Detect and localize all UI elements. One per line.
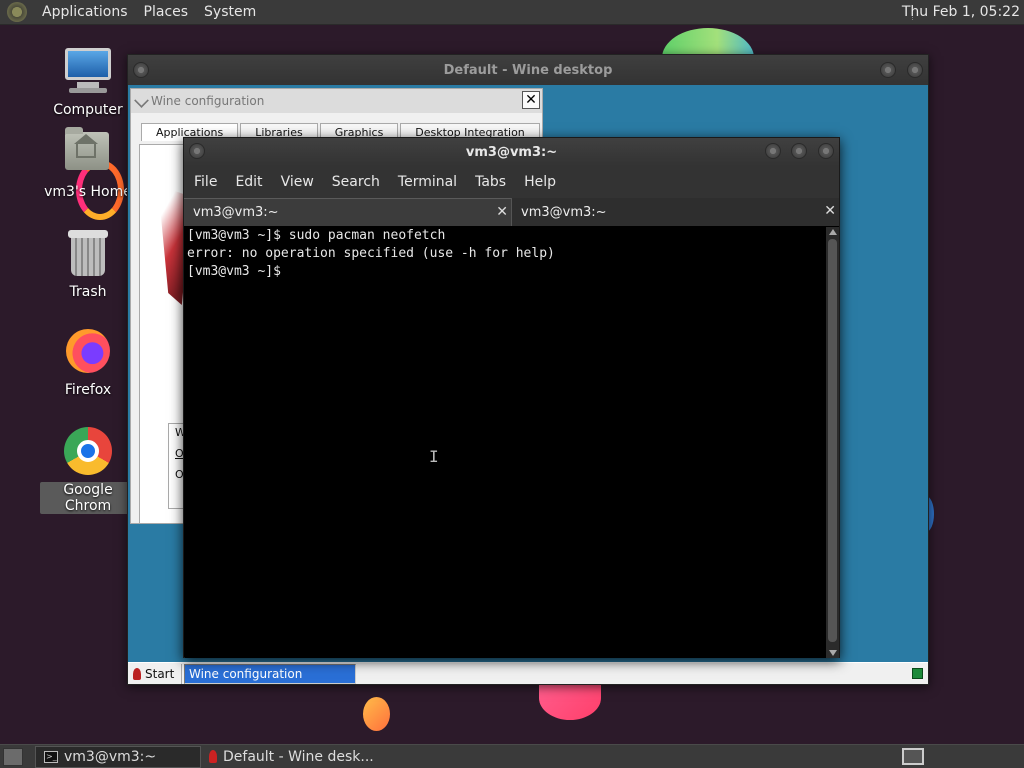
wine-taskbar: Start Wine configuration [128, 662, 928, 684]
bottom-panel: >_ vm3@vm3:~ Default - Wine desk... [0, 744, 1024, 768]
terminal-tab[interactable]: vm3@vm3:~ ✕ [511, 198, 839, 226]
desktop-icon-home[interactable]: vm3's Home [40, 127, 136, 200]
taskbar-item-terminal[interactable]: >_ vm3@vm3:~ [35, 745, 201, 768]
menu-system[interactable]: System [196, 4, 264, 20]
computer-icon [63, 46, 113, 96]
taskbar-item-label: vm3@vm3:~ [64, 748, 157, 765]
wallpaper-shape-orange [363, 697, 390, 731]
wine-config-icon [134, 93, 149, 108]
terminal-tab-label: vm3@vm3:~ [521, 204, 607, 220]
terminal-line: error: no operation specified (use -h fo… [187, 246, 555, 261]
wine-icon [209, 750, 217, 763]
menu-search[interactable]: Search [323, 174, 389, 190]
terminal-icon: >_ [44, 750, 58, 763]
terminal-output[interactable]: [vm3@vm3 ~]$ sudo pacman neofetch error:… [185, 227, 827, 658]
desktop-icon-trash[interactable]: Trash [40, 228, 136, 300]
start-label: Start [145, 666, 175, 681]
terminal-window: vm3@vm3:~ File Edit View Search Terminal… [183, 137, 840, 658]
terminal-menubar: File Edit View Search Terminal Tabs Help [184, 166, 839, 198]
wine-config-title: Wine configuration [151, 94, 265, 108]
desktop-icon-label: Firefox [64, 382, 112, 398]
scroll-up-icon[interactable] [829, 229, 837, 235]
desktop-icon-firefox[interactable]: Firefox [40, 326, 136, 398]
maximize-button[interactable] [907, 62, 923, 78]
close-tab-icon[interactable]: ✕ [496, 204, 508, 220]
text-cursor-icon: I [429, 447, 439, 466]
clock[interactable]: Thu Feb 1, 05:22 [902, 4, 1020, 20]
workspace-switcher[interactable] [902, 748, 924, 765]
wine-desktop-title: Default - Wine desktop [443, 62, 613, 78]
desktop-icon-chrome[interactable]: Google Chrom [40, 426, 136, 514]
taskbar-item-wine-desktop[interactable]: Default - Wine desk... [201, 746, 382, 768]
terminal-tab-label: vm3@vm3:~ [193, 205, 279, 220]
wine-config-titlebar[interactable]: Wine configuration ✕ [131, 89, 542, 113]
maximize-button[interactable] [791, 143, 807, 159]
menu-edit[interactable]: Edit [226, 174, 271, 190]
close-tab-icon[interactable]: ✕ [824, 203, 836, 219]
menu-applications[interactable]: Applications [34, 4, 136, 20]
window-menu-icon[interactable] [189, 143, 205, 159]
taskbar-item-wine-config[interactable]: Wine configuration [184, 663, 356, 684]
scrollbar-thumb[interactable] [828, 239, 837, 642]
minimize-button[interactable] [765, 143, 781, 159]
desktop-icon-label: Trash [69, 284, 107, 300]
show-desktop-icon[interactable] [3, 747, 23, 766]
terminal-line: [vm3@vm3 ~]$ [187, 264, 289, 279]
taskbar-item-label: Default - Wine desk... [223, 748, 374, 765]
home-folder-icon [63, 127, 113, 178]
firefox-icon [63, 326, 113, 376]
scroll-down-icon[interactable] [829, 650, 837, 656]
menu-tabs[interactable]: Tabs [466, 174, 515, 190]
trash-icon [63, 228, 113, 278]
start-button[interactable]: Start [128, 663, 182, 684]
menu-places[interactable]: Places [136, 4, 197, 20]
desktop-icon-computer[interactable]: Computer [40, 46, 136, 118]
window-menu-icon[interactable] [133, 62, 149, 78]
wine-glass-icon [133, 667, 141, 680]
desktop-icon-label: vm3's Home [44, 184, 132, 200]
tray-indicator-icon[interactable] [912, 668, 923, 679]
top-panel: Applications Places System Thu Feb 1, 05… [0, 0, 1024, 25]
close-button[interactable] [818, 143, 834, 159]
terminal-title: vm3@vm3:~ [465, 144, 558, 160]
desktop-icon-label: Computer [53, 102, 123, 118]
close-button[interactable]: ✕ [522, 91, 540, 109]
wine-desktop-titlebar[interactable]: Default - Wine desktop [128, 55, 928, 85]
menu-view[interactable]: View [272, 174, 323, 190]
chrome-icon [63, 426, 113, 476]
terminal-line: [vm3@vm3 ~]$ sudo pacman neofetch [187, 228, 446, 243]
terminal-scrollbar[interactable] [826, 227, 839, 658]
terminal-tab-bar: vm3@vm3:~ ✕ vm3@vm3:~ ✕ [184, 198, 839, 226]
menu-file[interactable]: File [185, 174, 226, 190]
distro-logo-icon[interactable] [7, 2, 27, 22]
minimize-button[interactable] [880, 62, 896, 78]
terminal-titlebar[interactable]: vm3@vm3:~ [184, 138, 839, 166]
menu-terminal[interactable]: Terminal [389, 174, 466, 190]
menu-help[interactable]: Help [515, 174, 565, 190]
terminal-tab[interactable]: vm3@vm3:~ ✕ [184, 198, 511, 226]
desktop-icon-label: Google Chrom [40, 482, 136, 514]
